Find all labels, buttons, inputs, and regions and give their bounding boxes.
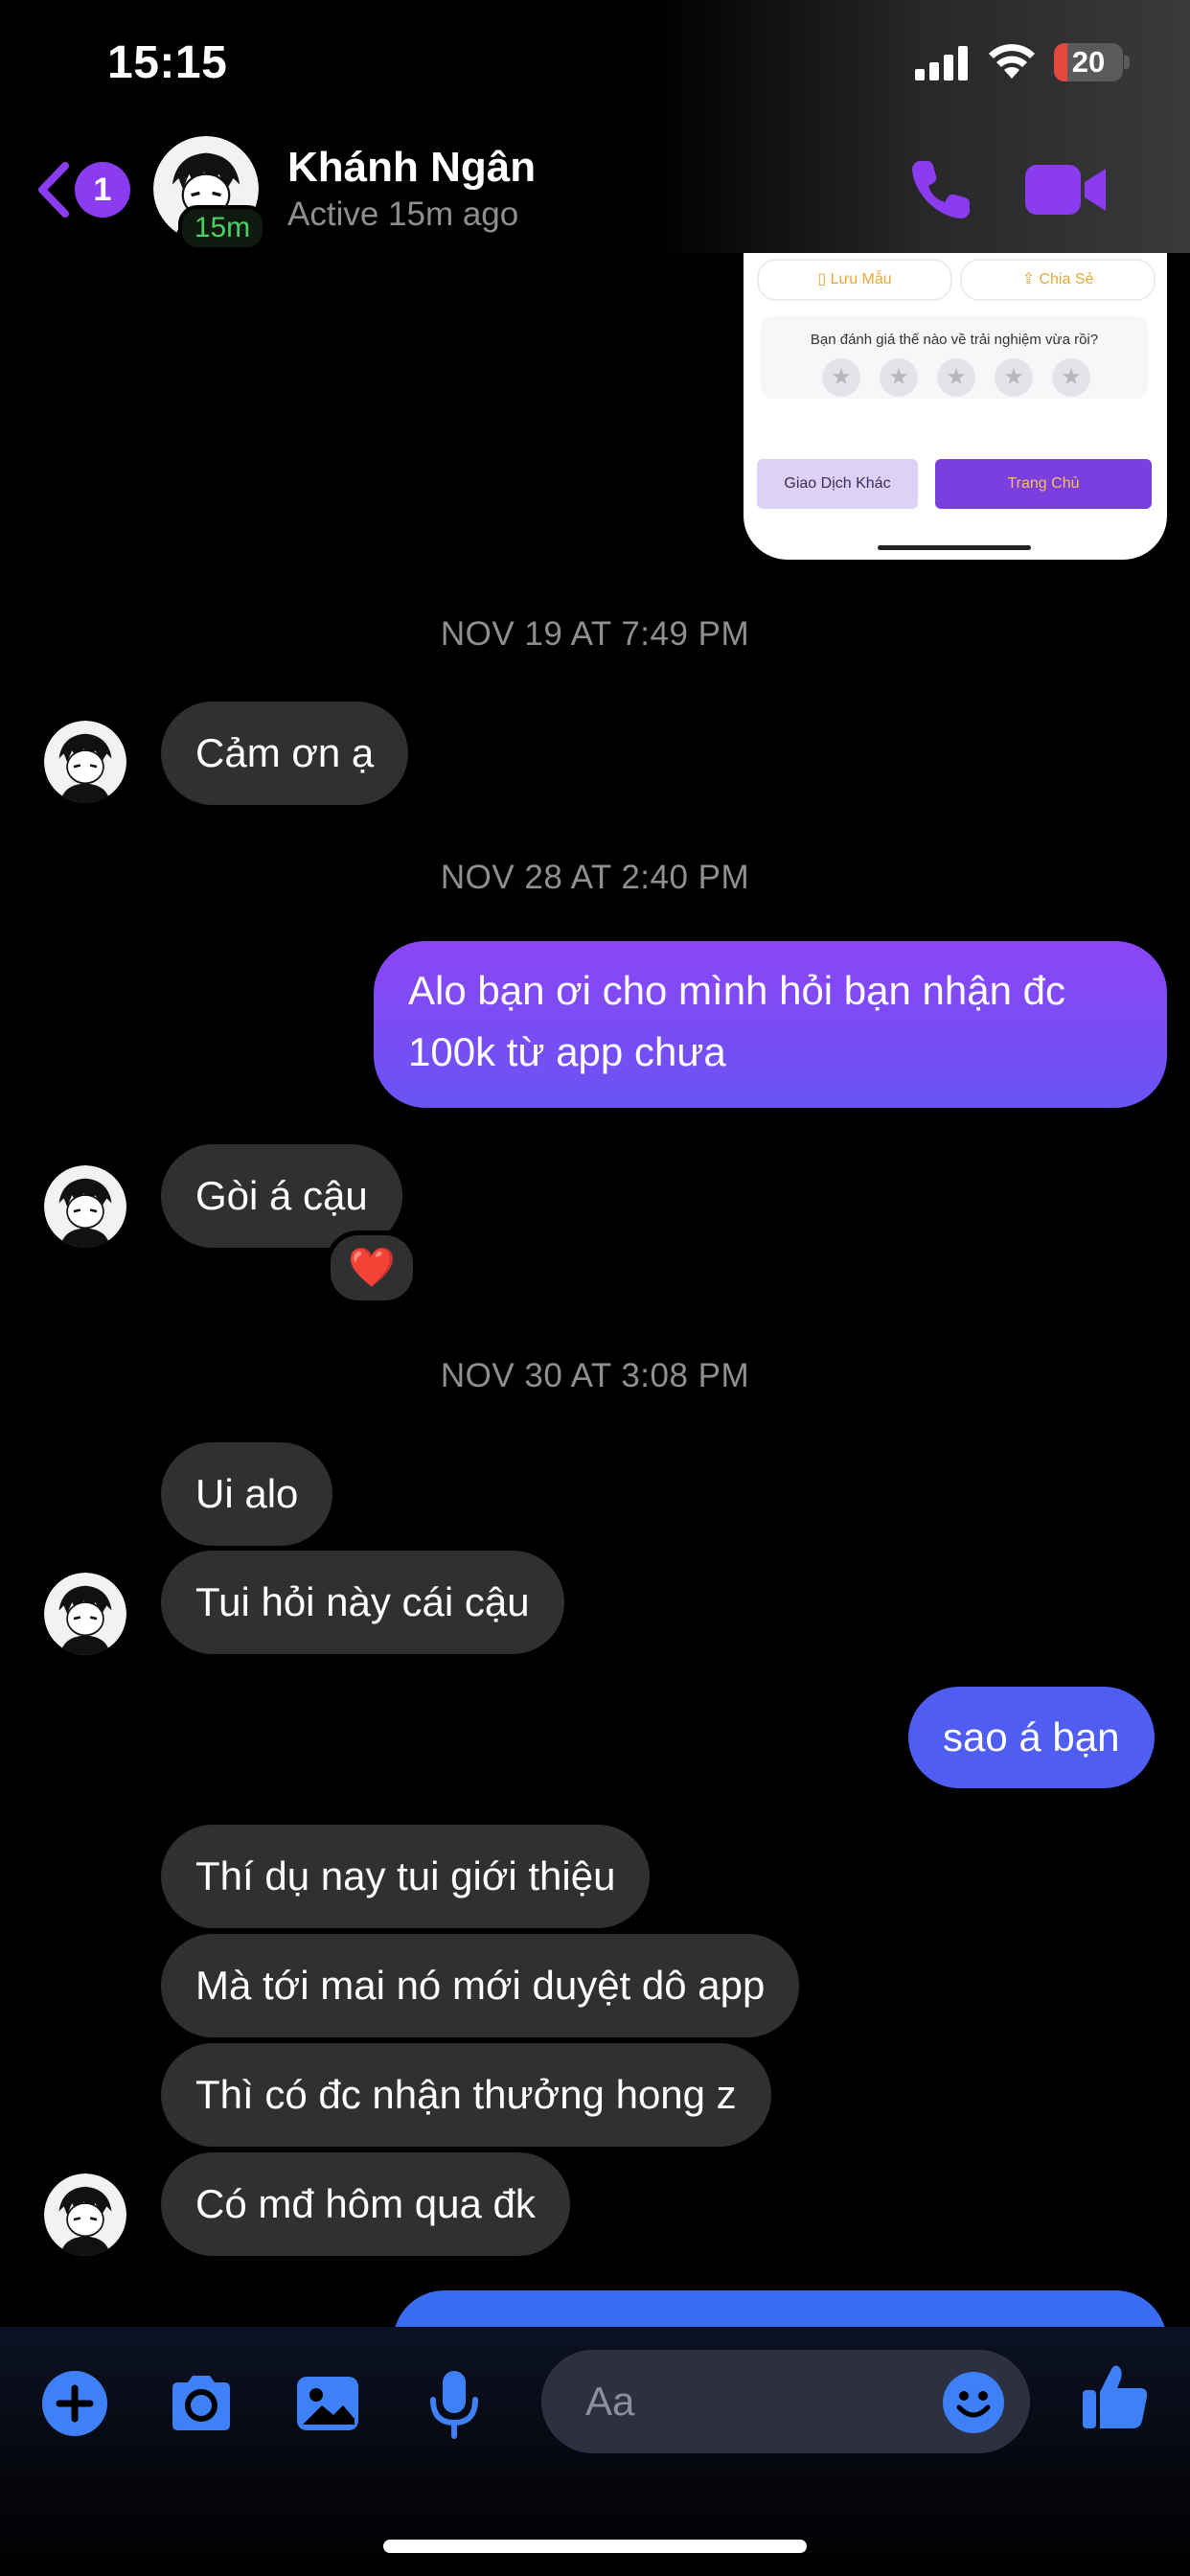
document-icon: ▯	[817, 271, 831, 288]
cellular-signal-icon	[915, 46, 968, 80]
shared-screenshot-image[interactable]: ▯ Lưu Mẫu ⇪ Chia Sẻ Bạn đánh giá thế nào…	[744, 253, 1167, 560]
timestamp: NOV 28 AT 2:40 PM	[440, 859, 750, 896]
rating-question: Bạn đánh giá thế nào về trải nghiệm vừa …	[810, 332, 1099, 348]
star-icon: ★	[995, 358, 1033, 397]
message-line: 100k từ app chưa	[408, 1029, 726, 1074]
rating-card: Bạn đánh giá thế nào về trải nghiệm vừa …	[761, 316, 1148, 399]
chevron-left-icon	[38, 162, 69, 218]
other-transaction-button: Giao Dịch Khác	[757, 459, 918, 509]
status-bar: 15:15 20	[0, 0, 1190, 134]
video-camera-icon[interactable]	[1025, 161, 1108, 218]
star-icon: ★	[937, 358, 975, 397]
battery-percentage: 20	[1071, 45, 1106, 79]
phone-icon[interactable]	[906, 155, 975, 224]
home-button: Trang Chủ	[935, 459, 1152, 509]
contact-avatar-small[interactable]	[44, 1573, 126, 1655]
star-icon: ★	[1052, 358, 1090, 397]
avatar-image	[44, 721, 126, 803]
share-label: Chia Sẻ	[1039, 271, 1094, 288]
avatar-image	[44, 1165, 126, 1248]
timestamp: NOV 19 AT 7:49 PM	[440, 615, 750, 653]
message-bubble-incoming[interactable]: Thì có đc nhận thưởng hong z	[161, 2043, 771, 2147]
message-bubble-incoming[interactable]: Thí dụ nay tui giới thiệu	[161, 1825, 651, 1928]
message-bubble-incoming[interactable]: Mà tới mai nó mới duyệt dô app	[161, 1934, 800, 2037]
unread-count-badge: 1	[75, 162, 130, 218]
wifi-icon	[989, 44, 1035, 79]
message-bubble-incoming[interactable]: Cảm ơn ạ	[161, 702, 409, 805]
clock: 15:15	[107, 37, 228, 88]
back-button[interactable]: 1	[34, 158, 130, 221]
plus-icon[interactable]	[36, 2365, 113, 2442]
contact-avatar-small[interactable]	[44, 1165, 126, 1248]
microphone-icon[interactable]	[416, 2365, 492, 2442]
share-icon: ⇪	[1021, 271, 1040, 288]
message-bubble-incoming[interactable]: Tui hỏi này cái cậu	[161, 1551, 564, 1654]
star-icon: ★	[822, 358, 860, 397]
thumbs-up-icon[interactable]	[1077, 2358, 1154, 2434]
save-template-button: ▯ Lưu Mẫu	[757, 259, 952, 301]
message-bubble-incoming[interactable]: Có mđ hôm qua đk	[161, 2152, 570, 2256]
photo-icon[interactable]	[289, 2365, 366, 2442]
avatar-image	[44, 1573, 126, 1655]
save-template-label: Lưu Mẫu	[830, 271, 892, 288]
message-bubble-outgoing[interactable]: sao á bạn	[908, 1687, 1155, 1788]
emoji-icon[interactable]	[942, 2371, 1005, 2434]
message-input[interactable]: Aa	[541, 2350, 1030, 2453]
heart-reaction-icon[interactable]: ❤️	[326, 1230, 418, 1305]
message-bubble-incoming[interactable]: Ui alo	[161, 1442, 333, 1546]
message-input-placeholder: Aa	[585, 2379, 635, 2424]
camera-icon[interactable]	[163, 2365, 240, 2442]
contact-avatar-small[interactable]	[44, 2174, 126, 2256]
message-line: Alo bạn ơi cho mình hỏi bạn nhận đc	[408, 968, 1066, 1013]
contact-name[interactable]: Khánh Ngân	[287, 144, 536, 192]
share-button: ⇪ Chia Sẻ	[960, 259, 1156, 301]
active-time-badge: 15m	[178, 205, 266, 251]
battery-indicator: 20	[1054, 43, 1130, 81]
avatar-image	[44, 2174, 126, 2256]
contact-avatar-small[interactable]	[44, 721, 126, 803]
message-bubble-outgoing[interactable]: Alo bạn ơi cho mình hỏi bạn nhận đc 100k…	[374, 941, 1167, 1108]
home-indicator	[878, 545, 1031, 550]
contact-active-status: Active 15m ago	[287, 196, 519, 233]
timestamp: NOV 30 AT 3:08 PM	[440, 1357, 750, 1394]
home-indicator	[383, 2540, 807, 2553]
star-icon: ★	[880, 358, 918, 397]
